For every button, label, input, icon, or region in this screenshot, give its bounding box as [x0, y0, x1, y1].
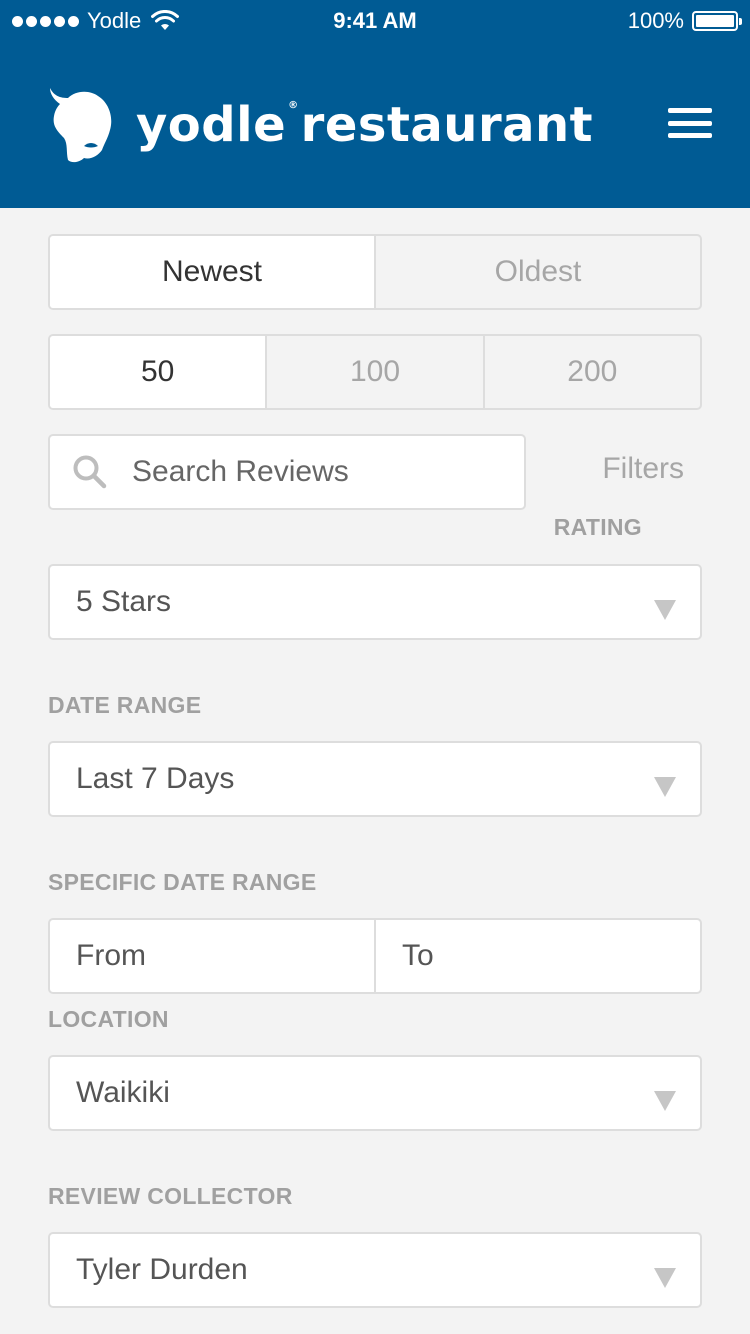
- chevron-down-icon: [654, 1268, 676, 1288]
- sort-oldest-button[interactable]: Oldest: [376, 236, 700, 308]
- sort-newest-button[interactable]: Newest: [50, 236, 376, 308]
- app-header: Yodle 9:41 AM 100% yodle ®restaurant: [0, 0, 750, 208]
- date-from-field[interactable]: From: [50, 920, 376, 992]
- status-bar: Yodle 9:41 AM 100%: [0, 0, 750, 40]
- review-filters-panel: Newest Oldest 50 100 200 Filters RATING …: [48, 234, 702, 1308]
- search-row: Filters RATING: [48, 434, 702, 564]
- review-collector-select[interactable]: Tyler Durden: [48, 1232, 702, 1308]
- brand-logo[interactable]: yodle ®restaurant: [46, 86, 593, 164]
- count-100-button[interactable]: 100: [267, 336, 485, 408]
- date-range-select[interactable]: Last 7 Days: [48, 741, 702, 817]
- chevron-down-icon: [654, 600, 676, 620]
- rating-select[interactable]: 5 Stars: [48, 564, 702, 640]
- filters-link[interactable]: Filters: [602, 452, 684, 486]
- sort-order-toggle: Newest Oldest: [48, 234, 702, 310]
- location-select[interactable]: Waikiki: [48, 1055, 702, 1131]
- count-50-button[interactable]: 50: [50, 336, 268, 408]
- specific-date-range-label: SPECIFIC DATE RANGE: [48, 869, 317, 895]
- battery-percentage: 100%: [627, 8, 684, 33]
- chevron-down-icon: [654, 1091, 676, 1111]
- chevron-down-icon: [654, 777, 676, 797]
- hamburger-menu-icon[interactable]: [668, 108, 712, 138]
- count-200-button[interactable]: 200: [485, 336, 700, 408]
- review-collector-section: REVIEW COLLECTOR Tyler Durden: [48, 1183, 702, 1308]
- review-collector-label: REVIEW COLLECTOR: [48, 1183, 293, 1209]
- date-range-label: DATE RANGE: [48, 692, 202, 718]
- brand-name: yodle ®restaurant: [136, 97, 594, 153]
- location-select-value: Waikiki: [76, 1076, 170, 1109]
- rating-label: RATING: [553, 514, 642, 540]
- battery-icon: [692, 11, 742, 31]
- status-right: 100%: [627, 8, 742, 34]
- location-section: LOCATION Waikiki: [48, 1006, 702, 1131]
- date-to-field[interactable]: To: [376, 920, 700, 992]
- search-icon: [73, 455, 107, 489]
- date-range-section: DATE RANGE Last 7 Days: [48, 692, 702, 817]
- date-range-inputs: From To: [48, 918, 702, 994]
- yodle-logo-icon: [50, 88, 112, 163]
- result-count-toggle: 50 100 200: [48, 334, 702, 410]
- search-box[interactable]: [48, 434, 526, 510]
- date-range-select-value: Last 7 Days: [76, 762, 235, 795]
- specific-date-range-section: SPECIFIC DATE RANGE From To: [48, 869, 702, 994]
- location-label: LOCATION: [48, 1006, 169, 1032]
- rating-select-value: 5 Stars: [76, 585, 172, 618]
- review-collector-select-value: Tyler Durden: [76, 1253, 248, 1286]
- search-input[interactable]: [132, 455, 512, 489]
